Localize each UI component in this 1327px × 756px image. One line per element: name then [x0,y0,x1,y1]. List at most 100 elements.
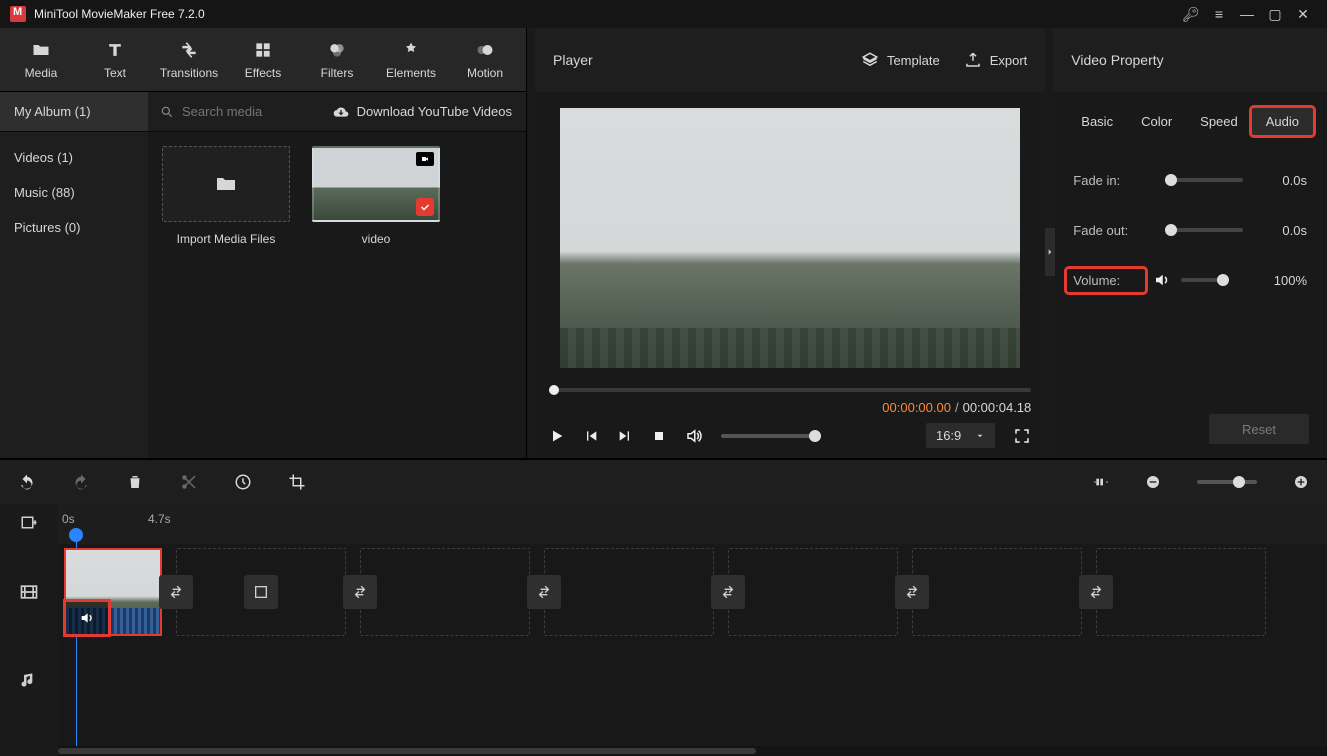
volume-slider[interactable] [721,434,821,438]
redo-button[interactable] [72,473,90,491]
fullscreen-button[interactable] [1013,427,1031,445]
download-youtube-button[interactable]: Download YouTube Videos [333,104,526,120]
timeline-slot[interactable] [176,548,346,636]
expand-handle[interactable] [1045,228,1055,276]
app-logo [10,6,26,22]
elements-icon [401,40,421,60]
main-tabs: Media Text Transitions Effects Filters [0,28,526,92]
filters-icon [327,40,347,60]
sidebar-item-music[interactable]: Music (88) [0,175,148,210]
swap-icon[interactable] [527,575,561,609]
timeline-slot[interactable] [912,548,1082,636]
fade-in-slider[interactable] [1165,178,1243,182]
play-button[interactable] [549,428,565,444]
undo-button[interactable] [18,473,36,491]
add-track-button[interactable] [0,504,58,544]
search-box[interactable] [148,104,333,119]
stop-button[interactable] [651,428,667,444]
tab-label: Text [104,66,126,80]
tab-label: Motion [467,66,503,80]
player-title: Player [553,52,593,68]
split-button[interactable] [180,473,198,491]
fade-out-slider[interactable] [1165,228,1243,232]
speed-button[interactable] [234,473,252,491]
template-label: Template [887,53,940,68]
text-icon [105,40,125,60]
search-input[interactable] [182,104,322,119]
prop-tab-color[interactable]: Color [1127,108,1186,135]
search-icon [160,105,174,119]
video-frame [560,108,1020,368]
folder-icon [31,40,51,60]
fade-in-row: Fade in: 0.0s [1073,155,1307,205]
camera-icon [416,152,434,166]
timeline-slot[interactable] [360,548,530,636]
prop-tab-basic[interactable]: Basic [1067,108,1127,135]
aspect-ratio-select[interactable]: 16:9 [926,423,995,448]
speaker-icon[interactable] [1153,271,1171,289]
crop-button[interactable] [288,473,306,491]
time-ruler[interactable]: 0s 4.7s [58,504,1327,544]
tab-transitions[interactable]: Transitions [152,28,226,91]
close-button[interactable]: ✕ [1289,6,1317,23]
album-header[interactable]: My Album (1) [0,92,148,131]
zoom-out-button[interactable] [1145,474,1161,490]
timeline-slot[interactable] [1096,548,1266,636]
prop-tab-speed[interactable]: Speed [1186,108,1252,135]
fade-out-value: 0.0s [1282,223,1307,238]
tab-filters[interactable]: Filters [300,28,374,91]
timeline-scrollbar[interactable] [58,746,1327,756]
tab-motion[interactable]: Motion [448,28,522,91]
video-track[interactable] [58,544,1327,640]
import-media-card[interactable]: Import Media Files [162,146,290,246]
volume-icon[interactable] [685,427,703,445]
tab-text[interactable]: Text [78,28,152,91]
time-display: 00:00:00.00 / 00:00:04.18 [549,400,1031,415]
swap-icon[interactable] [1079,575,1113,609]
fade-in-value: 0.0s [1282,173,1307,188]
import-label: Import Media Files [162,232,290,246]
export-button[interactable]: Export [964,51,1028,69]
cloud-download-icon [333,104,349,120]
swap-icon[interactable] [711,575,745,609]
property-title: Video Property [1053,28,1327,92]
tab-effects[interactable]: Effects [226,28,300,91]
next-frame-button[interactable] [617,428,633,444]
timeline-slot[interactable] [728,548,898,636]
prev-frame-button[interactable] [583,428,599,444]
volume-slider[interactable] [1181,278,1229,282]
media-sidebar: Videos (1) Music (88) Pictures (0) [0,132,148,458]
zoom-in-button[interactable] [1293,474,1309,490]
minimize-button[interactable]: — [1233,6,1261,22]
clip-audio-icon[interactable] [66,602,108,634]
app-title: MiniTool MovieMaker Free 7.2.0 [34,7,205,21]
time-current: 00:00:00.00 [882,400,951,415]
video-track-icon [0,544,58,640]
reset-button[interactable]: Reset [1209,414,1309,444]
zoom-slider[interactable] [1197,480,1257,484]
menu-icon[interactable]: ≡ [1205,6,1233,22]
tab-label: Elements [386,66,436,80]
timeline-slot[interactable] [544,548,714,636]
prop-tab-audio[interactable]: Audio [1252,108,1313,135]
player-progress[interactable] [549,388,1031,392]
template-button[interactable]: Template [861,51,940,69]
download-slot-icon[interactable] [244,575,278,609]
title-bar: MiniTool MovieMaker Free 7.2.0 🔑︎ ≡ — ▢ … [0,0,1327,28]
swap-icon[interactable] [159,575,193,609]
key-icon[interactable]: 🔑︎ [1177,6,1205,23]
property-panel: Video Property Basic Color Speed Audio F… [1053,28,1327,458]
sidebar-item-pictures[interactable]: Pictures (0) [0,210,148,245]
timeline-tracks[interactable]: 0s 4.7s [58,504,1327,756]
sidebar-item-videos[interactable]: Videos (1) [0,140,148,175]
fit-button[interactable] [1093,474,1109,490]
player-panel: Player Template Export 00:00:00.00 / [535,28,1045,458]
tab-elements[interactable]: Elements [374,28,448,91]
media-clip-card[interactable]: video [312,146,440,246]
delete-button[interactable] [126,473,144,491]
tab-media[interactable]: Media [4,28,78,91]
video-clip[interactable] [64,548,162,636]
swap-icon[interactable] [895,575,929,609]
swap-icon[interactable] [343,575,377,609]
maximize-button[interactable]: ▢ [1261,6,1289,23]
